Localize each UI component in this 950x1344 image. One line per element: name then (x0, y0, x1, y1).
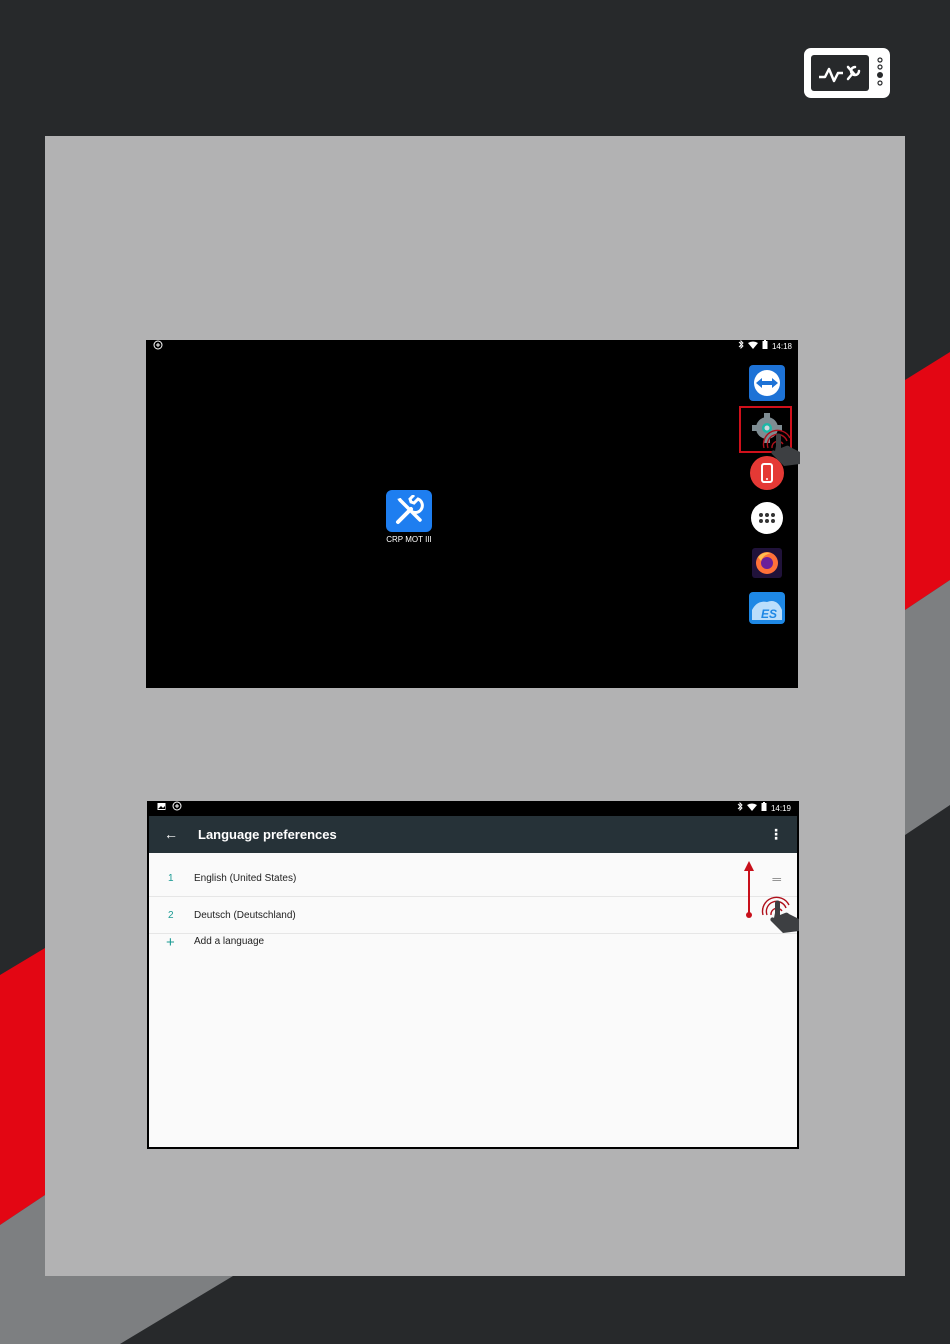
app-label: CRP MOT III (386, 535, 432, 544)
battery-icon (762, 340, 768, 354)
tap-hand-icon (761, 896, 799, 933)
app-bar: ← Language preferences ⋮ (149, 816, 797, 853)
bluetooth-icon (737, 801, 743, 816)
battery-icon (761, 801, 767, 816)
red-stripe-left (0, 948, 45, 1225)
status-time: 14:19 (770, 804, 791, 813)
notification-icon (172, 801, 182, 816)
red-stripe-right (905, 352, 950, 610)
wifi-icon (747, 340, 758, 354)
firefox-icon[interactable] (749, 545, 785, 581)
diagnostic-tablet-icon (811, 55, 869, 91)
language-name: Deutsch (Deutschland) (194, 910, 296, 921)
add-language-button[interactable]: + Add a language (149, 934, 797, 964)
image-notification-icon (157, 801, 166, 816)
back-arrow-icon[interactable]: ← (164, 825, 182, 843)
bluetooth-icon (738, 339, 744, 354)
language-preferences-screenshot: 14:19 ← Language preferences ⋮ 1 English… (147, 801, 799, 1149)
drag-up-arrow-icon (744, 861, 754, 918)
brand-logo (804, 48, 890, 98)
overflow-menu-icon[interactable]: ⋮ (769, 825, 783, 843)
language-rank: 2 (168, 910, 174, 921)
add-language-label: Add a language (194, 936, 265, 947)
device-buttons-icon (877, 57, 883, 86)
plus-icon: + (166, 934, 175, 951)
drag-handle-icon[interactable]: ═ (772, 872, 781, 886)
teamviewer-icon[interactable] (749, 365, 785, 401)
language-item-english[interactable]: 1 English (United States) ═ (149, 860, 797, 897)
wrench-screwdriver-icon (386, 490, 432, 532)
app-drawer-icon[interactable] (749, 500, 785, 536)
wifi-icon (746, 801, 757, 816)
tap-hand-icon (762, 429, 800, 466)
crp-mot-app[interactable]: CRP MOT III (384, 490, 434, 544)
status-time: 14:18 (771, 342, 792, 351)
status-bar: 14:18 (146, 339, 798, 355)
home-screen-screenshot: 14:18 CRP MOT III ES (146, 339, 800, 688)
page-title: Language preferences (198, 827, 337, 842)
es-file-explorer-icon[interactable]: ES (749, 590, 785, 626)
language-item-deutsch[interactable]: 2 Deutsch (Deutschland) (149, 897, 797, 934)
language-rank: 1 (168, 873, 174, 884)
status-bar: 14:19 (149, 801, 797, 816)
gray-stripe-right (905, 580, 950, 835)
svg-text:ES: ES (761, 607, 777, 621)
language-name: English (United States) (194, 873, 297, 884)
notification-icon (153, 340, 163, 355)
